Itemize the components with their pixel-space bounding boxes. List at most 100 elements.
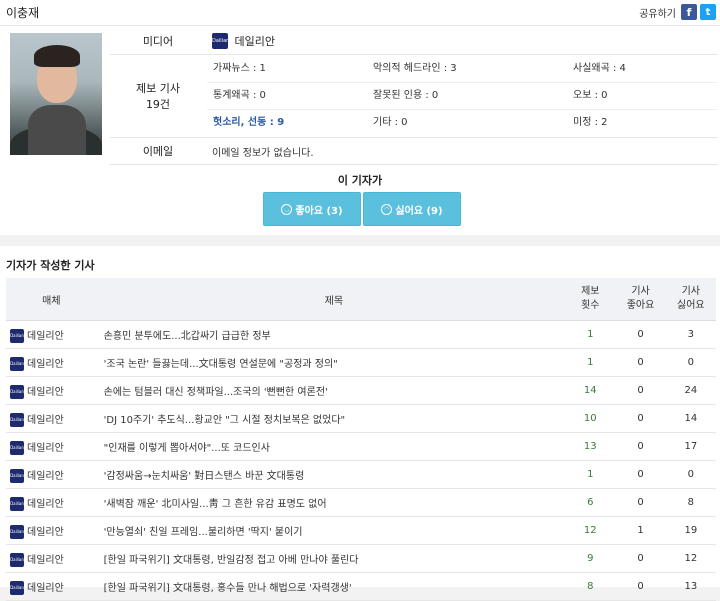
row-likes: 0: [615, 404, 666, 433]
category-undecided: 미정 : 2: [573, 117, 608, 128]
dailian-logo-icon: Dailian: [10, 412, 24, 427]
report-label-text: 제보 기사: [136, 82, 180, 95]
twitter-share-icon[interactable]: t: [700, 4, 716, 20]
row-title-link[interactable]: 'DJ 10주기' 추도식...황교안 "그 시절 정치보복은 없었다": [93, 404, 566, 433]
dailian-logo-icon: Dailian: [212, 32, 229, 49]
row-media-name: 데일리안: [27, 442, 64, 454]
row-likes: 0: [615, 320, 666, 349]
table-row[interactable]: Dailian 데일리안 'DJ 10주기' 추도식...황교안 "그 시절 정치보…: [6, 404, 716, 433]
dailian-logo-icon: Dailian: [10, 524, 24, 539]
dailian-logo-icon: Dailian: [10, 552, 24, 567]
row-dislikes: 12: [665, 544, 716, 573]
dislike-label: 싫어요 (9): [395, 205, 443, 217]
category-misreport: 오보 : 0: [567, 83, 717, 110]
dailian-logo-icon: Dailian: [10, 328, 24, 343]
category-misquote: 잘못된 인용 : 0: [367, 83, 567, 110]
table-row[interactable]: Dailian 데일리안 '감정싸움→눈치싸움' 對日스탠스 바꾼 文대통령 1 0 0: [6, 460, 716, 489]
row-reports: 6: [565, 488, 616, 517]
category-nonsense: 헛소리, 선동 : 9: [213, 117, 285, 128]
row-title-link[interactable]: [한일 파국위기] 文대통령, 반일감정 접고 아베 만나야 풀린다: [93, 544, 566, 573]
row-dislikes: 8: [665, 488, 716, 517]
category-grid: 가짜뉴스 : 1 악의적 헤드라인 : 3 사실왜곡 : 4 통계왜곡 : 0 …: [207, 56, 717, 136]
profile-info-table: 미디어 Dailian 데일리안 제보 기사 19건 가짜뉴스 : 1 악의적 …: [110, 27, 718, 165]
row-likes: 0: [615, 348, 666, 377]
category-other: 기타 : 0: [373, 117, 408, 128]
row-media-name: 데일리안: [27, 582, 64, 594]
row-media[interactable]: Dailian 데일리안: [6, 348, 94, 377]
table-row[interactable]: Dailian 데일리안 손에는 텀블러 대신 정책파일...조국의 '뻔뻔한 여론…: [6, 376, 716, 405]
reporter-name: 이충재: [6, 6, 40, 20]
row-dislikes: 0: [665, 460, 716, 489]
row-media-name: 데일리안: [27, 358, 64, 370]
table-row[interactable]: Dailian 데일리안 '새벽잠 깨운' 北미사일...靑 그 흔한 유감 표명도…: [6, 488, 716, 517]
row-media[interactable]: Dailian 데일리안: [6, 404, 94, 433]
row-media[interactable]: Dailian 데일리안: [6, 432, 94, 461]
row-likes: 0: [615, 460, 666, 489]
dailian-logo-icon: Dailian: [10, 384, 24, 399]
dailian-logo-icon: Dailian: [10, 356, 24, 371]
row-media-name: 데일리안: [27, 526, 64, 538]
table-row[interactable]: Dailian 데일리안 '조국 논란' 들끓는데...文대통령 연설문에 "공정과…: [6, 348, 716, 377]
row-dislikes: 19: [665, 516, 716, 545]
row-likes: 1: [615, 516, 666, 545]
email-label: 이메일: [110, 137, 206, 165]
row-media-name: 데일리안: [27, 414, 64, 426]
reporter-photo: [10, 33, 102, 155]
col-title: 제목: [93, 278, 566, 321]
row-media[interactable]: Dailian 데일리안: [6, 516, 94, 545]
row-likes: 0: [615, 488, 666, 517]
articles-section-title: 기자가 작성한 기사: [6, 259, 95, 272]
profile-header: 이충재 공유하기 f t: [0, 0, 720, 26]
table-row[interactable]: Dailian 데일리안 "인재를 이렇게 뽑아서야"...또 코드인사 13 0 17: [6, 432, 716, 461]
row-dislikes: 24: [665, 376, 716, 405]
row-likes: 0: [615, 432, 666, 461]
row-title-link[interactable]: '만능열쇠' 친일 프레임...불리하면 '딱지' 붙이기: [93, 516, 566, 545]
col-dislikes-label: 기사 싫어요: [677, 286, 705, 311]
share-label: 공유하기: [639, 8, 676, 20]
dailian-logo-icon: Dailian: [10, 496, 24, 511]
category-grid-cell: 가짜뉴스 : 1 악의적 헤드라인 : 3 사실왜곡 : 4 통계왜곡 : 0 …: [206, 54, 718, 138]
row-media[interactable]: Dailian 데일리안: [6, 460, 94, 489]
dislike-button[interactable]: ◠ 싫어요 (9): [363, 192, 461, 226]
row-likes: 0: [615, 544, 666, 573]
row-reports: 14: [565, 376, 616, 405]
smile-icon: ◡: [281, 203, 293, 215]
row-title-link[interactable]: '조국 논란' 들끓는데...文대통령 연설문에 "공정과 정의": [93, 348, 566, 377]
dailian-logo-icon: Dailian: [10, 580, 24, 595]
row-reports: 1: [565, 460, 616, 489]
row-reports: 13: [565, 432, 616, 461]
dailian-logo-icon: Dailian: [10, 440, 24, 455]
facebook-share-icon[interactable]: f: [681, 4, 697, 20]
table-row[interactable]: Dailian 데일리안 [한일 파국위기] 文대통령, 반일감정 접고 아베 만나…: [6, 544, 716, 573]
row-media-name: 데일리안: [27, 554, 64, 566]
table-row[interactable]: Dailian 데일리안 손흥민 분투에도...北갑싸기 급급한 정부 1 0 3: [6, 320, 716, 349]
articles-section: 기자가 작성한 기사 매체 제목 제보 횟수 기사 좋아요 기사 싫어요 Dai…: [0, 246, 720, 601]
report-count-label: 제보 기사 19건: [110, 54, 206, 138]
row-media[interactable]: Dailian 데일리안: [6, 320, 94, 349]
like-button[interactable]: ◡ 좋아요 (3): [263, 192, 361, 226]
row-media-name: 데일리안: [27, 330, 64, 342]
category-fake-news: 가짜뉴스 : 1: [207, 56, 367, 83]
col-dislikes: 기사 싫어요: [665, 278, 716, 321]
row-media-name: 데일리안: [27, 498, 64, 510]
like-label: 좋아요 (3): [295, 205, 343, 217]
media-name-link[interactable]: 데일리안: [235, 35, 275, 48]
row-reports: 9: [565, 544, 616, 573]
col-reports-label: 제보 횟수: [581, 286, 600, 311]
row-title-link[interactable]: 손흥민 분투에도...北갑싸기 급급한 정부: [93, 320, 566, 349]
share-bar: 공유하기 f t: [639, 4, 716, 20]
col-media: 매체: [6, 278, 94, 321]
row-media[interactable]: Dailian 데일리안: [6, 544, 94, 573]
media-label: 미디어: [110, 27, 206, 55]
row-title-link[interactable]: '새벽잠 깨운' 北미사일...靑 그 흔한 유감 표명도 없어: [93, 488, 566, 517]
row-media-name: 데일리안: [27, 386, 64, 398]
table-row[interactable]: Dailian 데일리안 '만능열쇠' 친일 프레임...불리하면 '딱지' 붙이기…: [6, 516, 716, 545]
row-media[interactable]: Dailian 데일리안: [6, 376, 94, 405]
vote-title: 이 기자가: [337, 174, 383, 187]
row-title-link[interactable]: 손에는 텀블러 대신 정책파일...조국의 '뻔뻔한 여론전': [93, 376, 566, 405]
row-media[interactable]: Dailian 데일리안: [6, 488, 94, 517]
row-title-link[interactable]: "인재를 이렇게 뽑아서야"...또 코드인사: [93, 432, 566, 461]
row-title-link[interactable]: '감정싸움→눈치싸움' 對日스탠스 바꾼 文대통령: [93, 460, 566, 489]
col-reports: 제보 횟수: [565, 278, 616, 321]
row-media-name: 데일리안: [27, 470, 64, 482]
